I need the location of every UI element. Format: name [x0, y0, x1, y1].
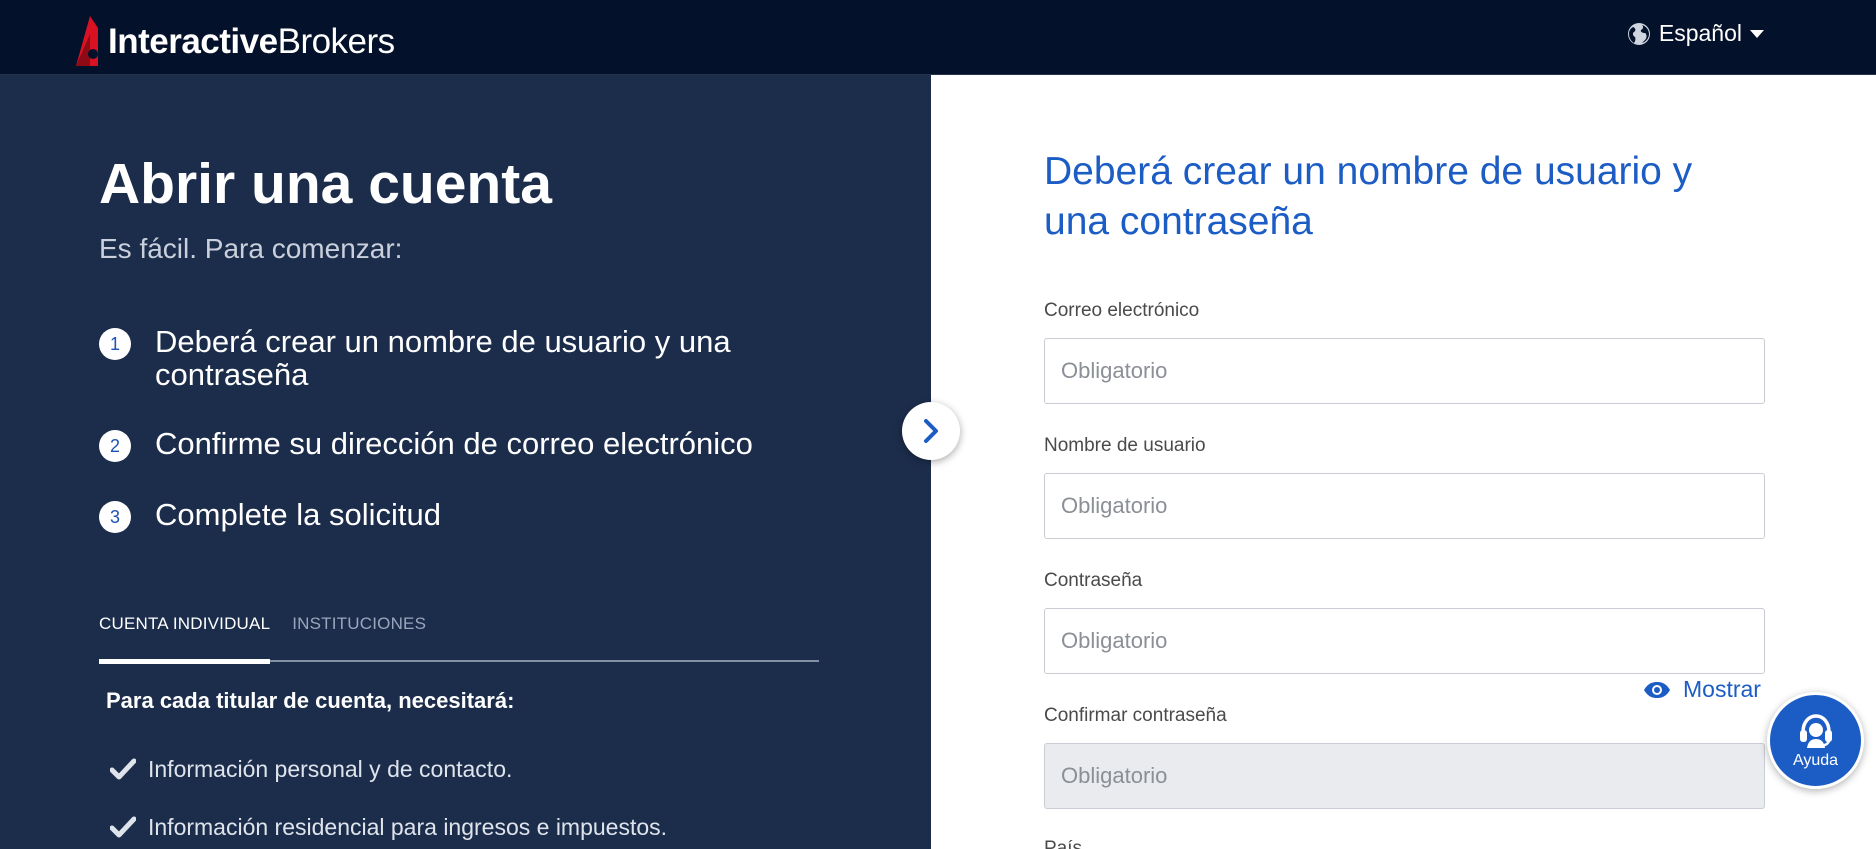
- confirm-password-field[interactable]: [1044, 743, 1765, 809]
- checkmark-icon: [110, 758, 136, 780]
- requirements-list: Información personal y de contacto. Info…: [110, 753, 667, 849]
- tab-individual-account[interactable]: CUENTA INDIVIDUAL: [99, 612, 271, 664]
- step-item: 3 Complete la solicitud: [99, 498, 819, 533]
- language-label: Español: [1658, 20, 1742, 46]
- page-title: Abrir una cuenta: [99, 152, 552, 216]
- chevron-right-icon: [924, 419, 938, 443]
- password-field[interactable]: [1044, 608, 1765, 674]
- requirements-heading: Para cada titular de cuenta, necesitará:: [106, 688, 515, 713]
- language-selector[interactable]: Español: [1627, 20, 1764, 47]
- top-bar: InteractiveBrokers Español: [0, 0, 1876, 75]
- globe-icon: [1627, 22, 1650, 45]
- step-number-badge: 1: [99, 328, 131, 360]
- help-label: Ayuda: [1792, 751, 1839, 769]
- signup-form-panel: Deberá crear un nombre de usuario y una …: [931, 75, 1876, 849]
- email-field[interactable]: [1044, 338, 1765, 404]
- email-label: Correo electrónico: [1044, 300, 1200, 321]
- username-label: Nombre de usuario: [1044, 435, 1206, 456]
- step-text: Complete la solicitud: [155, 497, 442, 532]
- step-item: 1 Deberá crear un nombre de usuario y un…: [99, 325, 819, 391]
- interactive-brokers-logo[interactable]: InteractiveBrokers: [76, 10, 395, 66]
- step-number-badge: 2: [99, 430, 131, 462]
- tab-institutions[interactable]: INSTITUCIONES: [292, 612, 426, 660]
- requirement-text: Información residencial para ingresos e …: [148, 813, 668, 840]
- checkmark-icon: [110, 816, 136, 838]
- username-field[interactable]: [1044, 473, 1765, 539]
- list-item: Información personal y de contacto.: [110, 753, 667, 785]
- headset-icon: [1799, 713, 1832, 748]
- account-type-tabs: CUENTA INDIVIDUAL INSTITUCIONES: [99, 612, 819, 664]
- intro-panel: Abrir una cuenta Es fácil. Para comenzar…: [0, 75, 931, 849]
- eye-icon: [1644, 681, 1670, 698]
- confirm-password-label: Confirmar contraseña: [1044, 705, 1227, 726]
- step-item: 2 Confirme su dirección de correo electr…: [99, 427, 819, 462]
- next-panel-button[interactable]: [902, 402, 960, 460]
- form-title: Deberá crear un nombre de usuario y una …: [1044, 150, 1693, 243]
- show-label: Mostrar: [1683, 676, 1761, 702]
- step-text: Deberá crear un nombre de usuario y una …: [155, 324, 731, 392]
- step-text: Confirme su dirección de correo electrón…: [155, 426, 753, 461]
- page-subtitle: Es fácil. Para comenzar:: [99, 233, 403, 264]
- show-password-button[interactable]: Mostrar: [1643, 676, 1761, 703]
- help-button[interactable]: Ayuda: [1767, 692, 1864, 789]
- password-label: Contraseña: [1044, 570, 1143, 591]
- step-number-badge: 3: [99, 501, 131, 533]
- country-label: País: [1044, 838, 1083, 849]
- requirement-text: Información personal y de contacto.: [148, 755, 513, 782]
- logo-mark-icon: [76, 16, 98, 66]
- chevron-down-icon: [1750, 29, 1764, 38]
- list-item: Información residencial para ingresos e …: [110, 811, 667, 843]
- steps-list: 1 Deberá crear un nombre de usuario y un…: [99, 325, 819, 569]
- logo-text: InteractiveBrokers: [108, 22, 395, 61]
